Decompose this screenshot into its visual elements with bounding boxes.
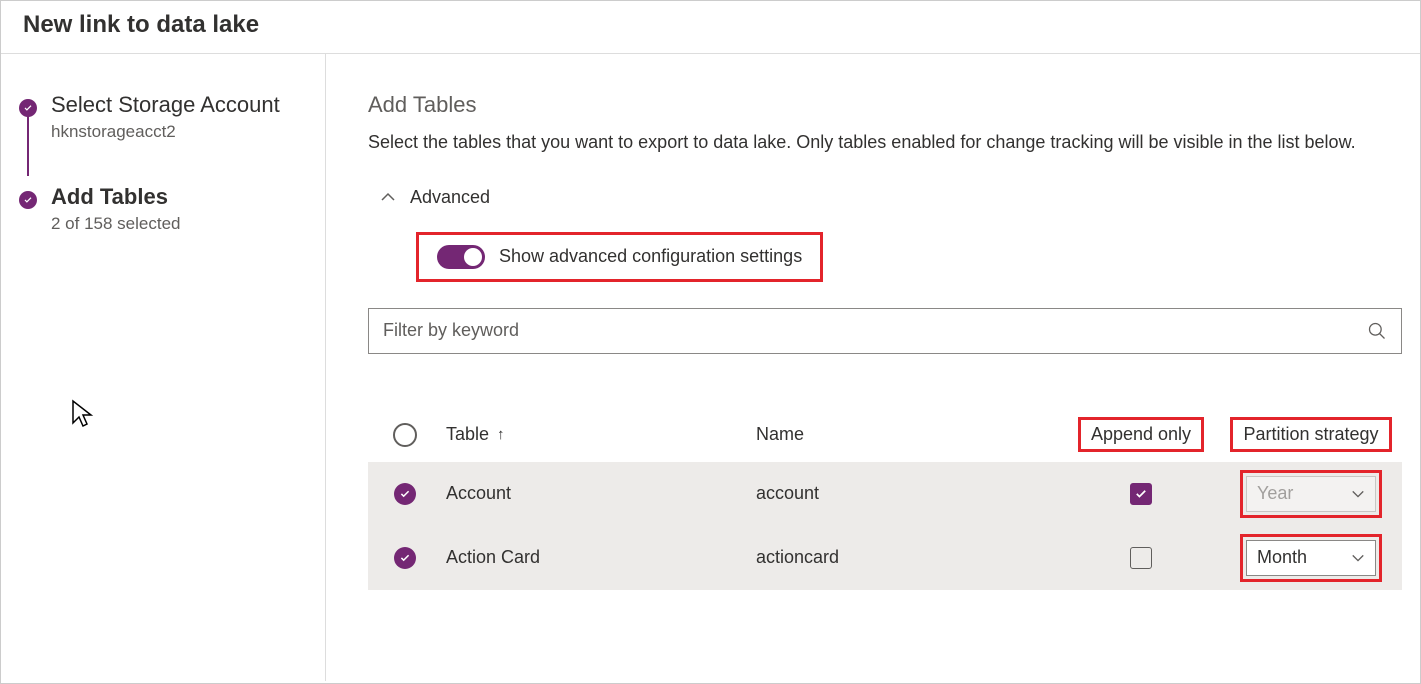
row-select-checkbox[interactable]	[394, 547, 416, 569]
select-value: Year	[1257, 483, 1293, 504]
step-title: Add Tables	[51, 184, 180, 210]
step-subtitle: 2 of 158 selected	[51, 214, 180, 234]
column-header-append-only[interactable]: Append only	[1056, 417, 1226, 452]
column-label: Table	[446, 424, 489, 445]
column-header-partition-strategy[interactable]: Partition strategy	[1226, 417, 1396, 452]
filter-box[interactable]	[368, 308, 1402, 354]
filter-input[interactable]	[383, 320, 1367, 341]
column-label: Append only	[1078, 417, 1204, 452]
row-select-checkbox[interactable]	[394, 483, 416, 505]
check-circle-icon	[19, 191, 37, 209]
step-subtitle: hknstorageacct2	[51, 122, 280, 142]
advanced-toggle-row: Show advanced configuration settings	[416, 232, 823, 282]
tables-grid: Table ↑ Name Append only Partition strat…	[368, 408, 1402, 590]
column-label: Name	[756, 424, 804, 444]
column-label: Partition strategy	[1230, 417, 1391, 452]
advanced-label: Advanced	[410, 187, 490, 208]
column-header-name[interactable]: Name	[756, 424, 1056, 445]
main-panel: Add Tables Select the tables that you wa…	[326, 54, 1420, 681]
partition-strategy-select[interactable]: Month	[1246, 540, 1376, 576]
page-title: New link to data lake	[1, 1, 1420, 54]
cell-name: actioncard	[756, 547, 1056, 568]
append-only-checkbox[interactable]	[1130, 483, 1152, 505]
section-description: Select the tables that you want to expor…	[368, 128, 1402, 157]
select-value: Month	[1257, 547, 1307, 568]
wizard-sidebar: Select Storage Account hknstorageacct2 A…	[1, 54, 326, 681]
select-all-checkbox[interactable]	[393, 423, 417, 447]
toggle-label: Show advanced configuration settings	[499, 246, 802, 267]
table-row[interactable]: Action Card actioncard Month	[368, 526, 1402, 590]
search-icon	[1367, 321, 1387, 341]
check-circle-icon	[19, 99, 37, 117]
cell-table: Action Card	[436, 547, 756, 568]
partition-strategy-select[interactable]: Year	[1246, 476, 1376, 512]
chevron-down-icon	[1351, 487, 1365, 501]
column-header-table[interactable]: Table ↑	[436, 424, 756, 445]
append-only-checkbox[interactable]	[1130, 547, 1152, 569]
advanced-collapse-toggle[interactable]: Advanced	[380, 187, 1402, 208]
wizard-step-add-tables[interactable]: Add Tables 2 of 158 selected	[19, 184, 301, 234]
section-title: Add Tables	[368, 92, 1402, 118]
table-row[interactable]: Account account Year	[368, 462, 1402, 526]
cell-name: account	[756, 483, 1056, 504]
chevron-down-icon	[1351, 551, 1365, 565]
wizard-step-storage[interactable]: Select Storage Account hknstorageacct2	[19, 92, 301, 142]
cursor-icon	[71, 399, 95, 429]
cell-table: Account	[436, 483, 756, 504]
show-advanced-toggle[interactable]	[437, 245, 485, 269]
sort-ascending-icon: ↑	[497, 426, 505, 443]
toggle-knob	[464, 248, 482, 266]
table-header-row: Table ↑ Name Append only Partition strat…	[368, 408, 1402, 462]
step-title: Select Storage Account	[51, 92, 280, 118]
step-connector	[27, 116, 29, 176]
chevron-up-icon	[380, 189, 396, 205]
